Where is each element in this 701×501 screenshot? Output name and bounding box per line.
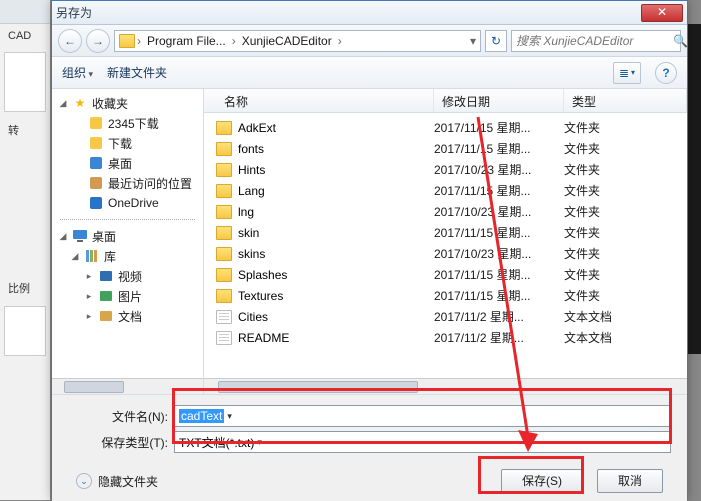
- file-row[interactable]: Cities2017/11/2 星期...文本文档: [204, 306, 687, 327]
- file-icon: [216, 331, 232, 345]
- file-row[interactable]: lng2017/10/23 星期...文件夹: [204, 201, 687, 222]
- file-scrollbar[interactable]: [204, 378, 687, 394]
- folder-icon: [216, 289, 232, 303]
- filetype-label: 保存类型(T):: [68, 434, 168, 451]
- desktop-icon: [88, 155, 104, 171]
- recent-icon: [88, 175, 104, 191]
- column-headers[interactable]: 名称 修改日期 类型: [204, 89, 687, 113]
- filetype-value: TXT文档(*.txt): [179, 434, 254, 451]
- folder-icon: [216, 247, 232, 261]
- file-row[interactable]: AdkExt2017/11/15 星期...文件夹: [204, 117, 687, 138]
- sidebar-item[interactable]: 最近访问的位置: [52, 173, 203, 193]
- sidebar-item[interactable]: ▸文档: [52, 306, 203, 326]
- folder-icon: [216, 184, 232, 198]
- folder-icon: [216, 163, 232, 177]
- dialog-title: 另存为: [56, 4, 641, 21]
- sidebar-libraries[interactable]: ◢ 库: [52, 246, 203, 266]
- sidebar-favorites[interactable]: ◢★ 收藏夹: [52, 93, 203, 113]
- file-row[interactable]: skin2017/11/15 星期...文件夹: [204, 222, 687, 243]
- back-button[interactable]: ←: [58, 29, 82, 53]
- cancel-button[interactable]: 取消: [597, 469, 663, 493]
- chevron-down-icon: ⌄: [76, 473, 92, 489]
- sidebar-item[interactable]: 桌面: [52, 153, 203, 173]
- view-mode-button[interactable]: ≣▾: [613, 62, 641, 84]
- search-input[interactable]: [516, 34, 673, 48]
- file-row[interactable]: Hints2017/10/23 星期...文件夹: [204, 159, 687, 180]
- filename-label: 文件名(N):: [68, 408, 168, 425]
- close-button[interactable]: ✕: [641, 4, 683, 22]
- sidebar-scrollbar[interactable]: [52, 378, 203, 394]
- folder-icon: [216, 121, 232, 135]
- file-list: AdkExt2017/11/15 星期...文件夹fonts2017/11/15…: [204, 113, 687, 378]
- sidebar-item[interactable]: 2345下载: [52, 113, 203, 133]
- doc-icon: [98, 308, 114, 324]
- save-as-dialog: 另存为 ✕ ← → › Program File... › XunjieCADE…: [51, 0, 688, 500]
- form-area: 文件名(N): cadText 保存类型(T): TXT文档(*.txt) ⌄ …: [52, 394, 687, 501]
- col-type[interactable]: 类型: [564, 89, 687, 112]
- breadcrumb-seg[interactable]: Program File...: [143, 33, 230, 49]
- forward-button[interactable]: →: [86, 29, 110, 53]
- folder-icon: [216, 142, 232, 156]
- hide-folders-toggle[interactable]: ⌄ 隐藏文件夹: [76, 473, 158, 490]
- folder-icon: [216, 226, 232, 240]
- sidebar-item[interactable]: ▸图片: [52, 286, 203, 306]
- breadcrumb-dropdown-icon[interactable]: ▾: [470, 34, 476, 48]
- help-button[interactable]: ?: [655, 62, 677, 84]
- sidebar-item[interactable]: ▸视频: [52, 266, 203, 286]
- filename-value[interactable]: cadText: [179, 409, 224, 423]
- sidebar: ◢★ 收藏夹 2345下载下载桌面最近访问的位置OneDrive ◢ 桌面 ◢ …: [52, 89, 204, 394]
- download-icon: [88, 115, 104, 131]
- file-row[interactable]: Textures2017/11/15 星期...文件夹: [204, 285, 687, 306]
- bg-cad-label: CAD: [0, 24, 50, 48]
- file-row[interactable]: Splashes2017/11/15 星期...文件夹: [204, 264, 687, 285]
- search-box[interactable]: 🔍: [511, 30, 681, 52]
- download-icon: [88, 135, 104, 151]
- filetype-field[interactable]: TXT文档(*.txt): [174, 431, 671, 453]
- sidebar-item[interactable]: OneDrive: [52, 193, 203, 213]
- file-row[interactable]: fonts2017/11/15 星期...文件夹: [204, 138, 687, 159]
- bg-zhuan-label: 转: [0, 116, 50, 144]
- col-name[interactable]: 名称: [204, 89, 434, 112]
- folder-icon: [216, 205, 232, 219]
- file-pane: 名称 修改日期 类型 AdkExt2017/11/15 星期...文件夹font…: [204, 89, 687, 394]
- file-row[interactable]: skins2017/10/23 星期...文件夹: [204, 243, 687, 264]
- nav-row: ← → › Program File... › XunjieCADEditor …: [52, 25, 687, 57]
- search-icon[interactable]: 🔍: [673, 34, 688, 48]
- sidebar-item[interactable]: 下载: [52, 133, 203, 153]
- folder-icon: [119, 34, 135, 48]
- col-date[interactable]: 修改日期: [434, 89, 564, 112]
- file-icon: [216, 310, 232, 324]
- monitor-icon: [72, 228, 88, 244]
- video-icon: [98, 268, 114, 284]
- new-folder-button[interactable]: 新建文件夹: [107, 64, 167, 81]
- organize-menu[interactable]: 组织: [62, 64, 93, 81]
- library-icon: [84, 248, 100, 264]
- breadcrumb[interactable]: › Program File... › XunjieCADEditor › ▾: [114, 30, 481, 52]
- refresh-button[interactable]: ↻: [485, 30, 507, 52]
- title-bar[interactable]: 另存为 ✕: [52, 1, 687, 25]
- file-row[interactable]: Lang2017/11/15 星期...文件夹: [204, 180, 687, 201]
- bg-bili-label: 比例: [0, 274, 50, 302]
- save-button[interactable]: 保存(S): [501, 469, 583, 493]
- onedrive-icon: [88, 195, 104, 211]
- breadcrumb-seg[interactable]: XunjieCADEditor: [238, 33, 336, 49]
- background-app: CAD 转 比例: [0, 0, 50, 500]
- picture-icon: [98, 288, 114, 304]
- toolbar: 组织 新建文件夹 ≣▾ ?: [52, 57, 687, 89]
- file-row[interactable]: README2017/11/2 星期...文本文档: [204, 327, 687, 348]
- sidebar-desktop[interactable]: ◢ 桌面: [52, 226, 203, 246]
- folder-icon: [216, 268, 232, 282]
- filename-field[interactable]: cadText: [174, 405, 671, 427]
